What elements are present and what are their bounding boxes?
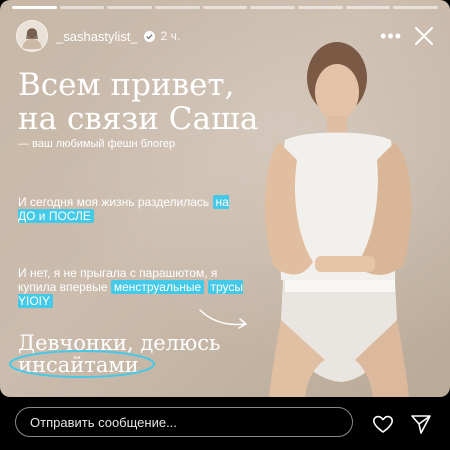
story-subtitle: — ваш любимый фешн блогер [18,138,176,150]
reply-input[interactable]: Отправить сообщение... [15,407,353,437]
title-line-2: на связи Саша [18,101,259,137]
progress-segment [155,6,200,9]
avatar[interactable] [16,20,48,52]
progress-segment [59,6,105,9]
heart-icon[interactable] [372,414,394,434]
progress-segment [107,6,153,9]
paragraph-1: И сегодня моя жизнь разделилась на ДО и … [18,195,238,223]
verified-icon [143,30,155,42]
username[interactable]: _sashastylist_ [56,29,138,44]
avatar-image [22,28,42,49]
reply-placeholder: Отправить сообщение... [30,414,177,430]
progress-segment [393,6,439,9]
story-progress [12,6,439,9]
paragraph-2: И нет, я не прыгала с парашютом, я купил… [18,266,248,308]
progress-segment [345,6,391,9]
send-icon[interactable] [410,413,432,435]
story-card[interactable]: _sashastylist_ 2 ч. ••• Всем привет, на … [0,0,450,397]
post-time: 2 ч. [160,29,181,43]
progress-segment [202,6,248,9]
arrow-icon [199,309,247,329]
model-photo [264,42,412,397]
highlight-ellipse [9,350,155,378]
bottom-title: Девчонки, делюсь инсайтами [9,332,221,378]
story-title: Всем привет, на связи Саша [18,68,258,136]
paragraph-1-text: И сегодня моя жизнь разделилась [18,195,210,209]
progress-segment [12,6,57,9]
progress-segment [250,6,296,9]
paragraph-2-highlight-1: менструальные [110,280,205,294]
title-line-1: Всем привет, [18,67,235,103]
story-viewer: _sashastylist_ 2 ч. ••• Всем привет, на … [0,0,450,450]
progress-segment [298,6,343,9]
